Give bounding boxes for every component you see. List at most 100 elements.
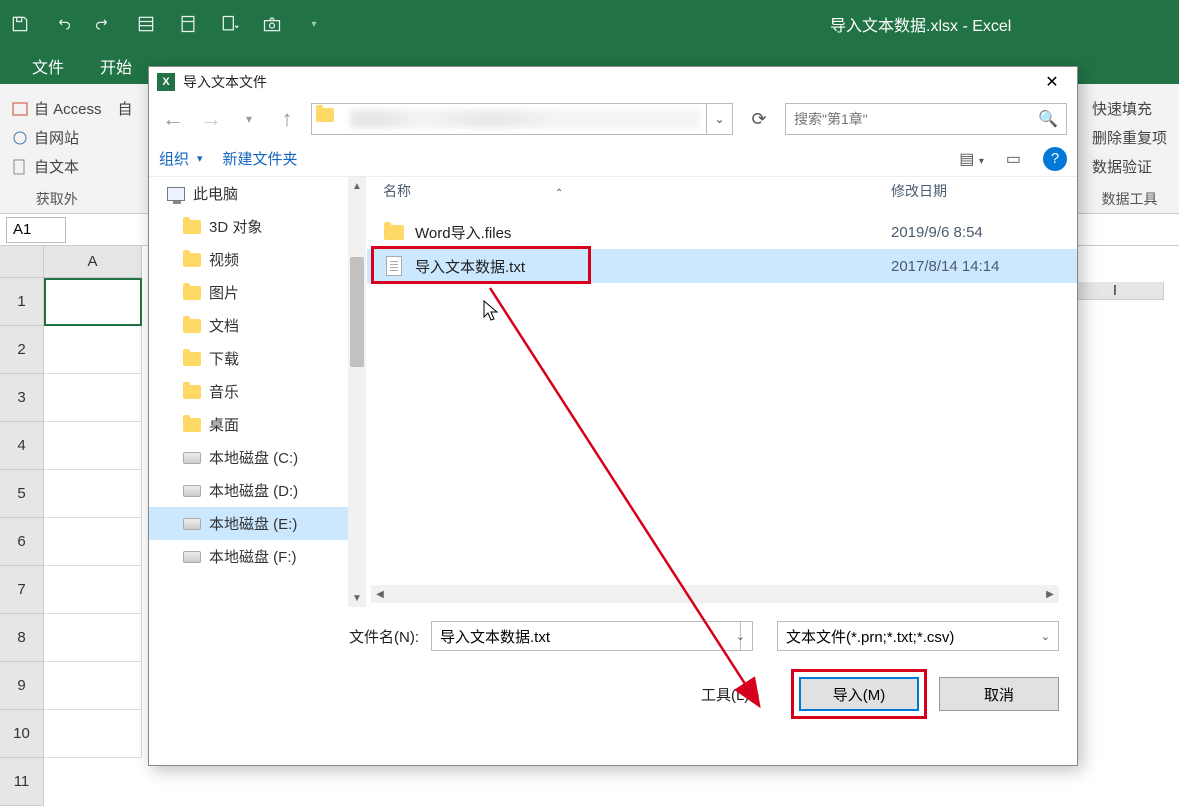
up-arrow-icon[interactable]: ↑ <box>273 105 301 133</box>
cell-A1[interactable] <box>44 278 142 326</box>
from-other-button[interactable]: 自 <box>118 94 133 123</box>
row-header-10[interactable]: 10 <box>0 710 44 758</box>
row-header-7[interactable]: 7 <box>0 566 44 614</box>
organize-button[interactable]: 组织▾ <box>159 148 203 169</box>
save-icon[interactable] <box>8 12 32 36</box>
file-list-panel: 名称 ⌃ 修改日期 Word导入.files2019/9/6 8:54导入文本数… <box>367 177 1077 607</box>
filetype-select[interactable]: 文本文件(*.prn;*.txt;*.csv) ⌄ <box>777 621 1059 651</box>
row-header-1[interactable]: 1 <box>0 278 44 326</box>
file-row[interactable]: 导入文本数据.txt2017/8/14 14:14 <box>367 249 1077 283</box>
tab-home[interactable]: 开始 <box>82 48 150 84</box>
txt-file-icon <box>383 255 405 277</box>
row-header-4[interactable]: 4 <box>0 422 44 470</box>
tree-item-label: 本地磁盘 (F:) <box>209 546 297 567</box>
forward-arrow-icon[interactable]: → <box>197 105 225 133</box>
cell-A3[interactable] <box>44 374 142 422</box>
tree-item-下载[interactable]: 下载 <box>149 342 366 375</box>
col-header-A[interactable]: A <box>44 246 142 278</box>
path-dropdown-icon[interactable]: ⌄ <box>706 104 732 134</box>
cell-A8[interactable] <box>44 614 142 662</box>
refresh-icon[interactable]: ⟳ <box>743 103 775 135</box>
tree-item-文档[interactable]: 文档 <box>149 309 366 342</box>
tree-item-视频[interactable]: 视频 <box>149 243 366 276</box>
name-box[interactable] <box>6 217 66 243</box>
col-header-I[interactable]: I <box>1066 282 1164 300</box>
search-box[interactable]: 🔍 <box>785 103 1067 135</box>
path-box[interactable]: ⌄ <box>311 103 733 135</box>
search-icon[interactable]: 🔍 <box>1038 109 1058 129</box>
cell-A6[interactable] <box>44 518 142 566</box>
file-name: 导入文本数据.txt <box>415 256 891 277</box>
cancel-button[interactable]: 取消 <box>939 677 1059 711</box>
cell-A4[interactable] <box>44 422 142 470</box>
cell-A10[interactable] <box>44 710 142 758</box>
redo-icon[interactable] <box>92 12 116 36</box>
search-input[interactable] <box>794 111 1038 127</box>
list-header-name[interactable]: 名称 ⌃ <box>383 181 891 201</box>
cell-A2[interactable] <box>44 326 142 374</box>
scroll-up-icon[interactable]: ▲ <box>348 177 366 195</box>
form-icon[interactable] <box>134 12 158 36</box>
excel-title-bar: ▾ 导入文本数据.xlsx - Excel <box>0 0 1179 48</box>
tree-item-桌面[interactable]: 桌面 <box>149 408 366 441</box>
close-button[interactable]: ✕ <box>1035 68 1069 96</box>
calc-icon[interactable] <box>176 12 200 36</box>
cell-A5[interactable] <box>44 470 142 518</box>
list-header-date[interactable]: 修改日期 <box>891 181 1061 201</box>
tree-item-3D 对象[interactable]: 3D 对象 <box>149 210 366 243</box>
from-text-button[interactable]: 自文本 <box>12 152 102 181</box>
tree-item-本地磁盘 (D:)[interactable]: 本地磁盘 (D:) <box>149 474 366 507</box>
tab-file[interactable]: 文件 <box>14 48 82 84</box>
ribbon-group-other: 自 <box>114 84 145 213</box>
back-arrow-icon[interactable]: ← <box>159 105 187 133</box>
tree-item-图片[interactable]: 图片 <box>149 276 366 309</box>
scroll-down-icon[interactable]: ▼ <box>348 589 366 607</box>
view-options-icon[interactable]: ▤ ▾ <box>959 149 984 169</box>
cell-A7[interactable] <box>44 566 142 614</box>
tree-item-本地磁盘 (F:)[interactable]: 本地磁盘 (F:) <box>149 540 366 573</box>
row-header-11[interactable]: 11 <box>0 758 44 806</box>
pc-icon <box>167 185 185 203</box>
tree-scrollbar[interactable]: ▲ ▼ <box>348 177 366 607</box>
from-web-button[interactable]: 自网站 <box>12 123 102 152</box>
list-hscrollbar[interactable]: ◀ ▶ <box>371 585 1059 603</box>
tree-item-label: 桌面 <box>209 414 239 435</box>
row-header-9[interactable]: 9 <box>0 662 44 710</box>
row-header-3[interactable]: 3 <box>0 374 44 422</box>
cell-A9[interactable] <box>44 662 142 710</box>
scroll-thumb[interactable] <box>350 257 364 367</box>
import-button[interactable]: 导入(M) <box>799 677 919 711</box>
folder-path-icon <box>316 108 340 130</box>
hscroll-right-icon[interactable]: ▶ <box>1041 585 1059 603</box>
tree-item-label: 3D 对象 <box>209 216 262 237</box>
from-access-button[interactable]: 自 Access <box>12 94 102 123</box>
file-row[interactable]: Word导入.files2019/9/6 8:54 <box>367 215 1077 249</box>
tree-item-本地磁盘 (C:)[interactable]: 本地磁盘 (C:) <box>149 441 366 474</box>
row-header-5[interactable]: 5 <box>0 470 44 518</box>
tree-item-此电脑[interactable]: 此电脑 <box>149 177 366 210</box>
preview-pane-icon[interactable]: ▭ <box>1006 149 1021 169</box>
camera-icon[interactable] <box>260 12 284 36</box>
remove-dup-button[interactable]: 删除重复项 <box>1092 123 1167 152</box>
calc-dd-icon[interactable] <box>218 12 242 36</box>
filename-input[interactable] <box>431 621 741 651</box>
dialog-titlebar[interactable]: X 导入文本文件 ✕ <box>149 67 1077 97</box>
hscroll-left-icon[interactable]: ◀ <box>371 585 389 603</box>
flash-fill-button[interactable]: 快速填充 <box>1092 94 1167 123</box>
recent-dropdown-icon[interactable]: ▾ <box>235 105 263 133</box>
qat-dropdown-icon[interactable]: ▾ <box>302 12 326 36</box>
new-folder-button[interactable]: 新建文件夹 <box>223 148 298 169</box>
data-validation-button[interactable]: 数据验证 <box>1092 152 1167 181</box>
path-blurred <box>350 110 700 128</box>
help-icon[interactable]: ? <box>1043 147 1067 171</box>
tools-button[interactable]: 工具(L) ▾ <box>701 684 759 705</box>
row-header-6[interactable]: 6 <box>0 518 44 566</box>
undo-icon[interactable] <box>50 12 74 36</box>
filename-dropdown-icon[interactable]: ⌄ <box>729 621 753 651</box>
tree-item-label: 图片 <box>209 282 239 303</box>
row-header-8[interactable]: 8 <box>0 614 44 662</box>
tree-item-本地磁盘 (E:)[interactable]: 本地磁盘 (E:) <box>149 507 366 540</box>
tree-item-音乐[interactable]: 音乐 <box>149 375 366 408</box>
row-header-2[interactable]: 2 <box>0 326 44 374</box>
select-all-corner[interactable] <box>0 246 44 278</box>
